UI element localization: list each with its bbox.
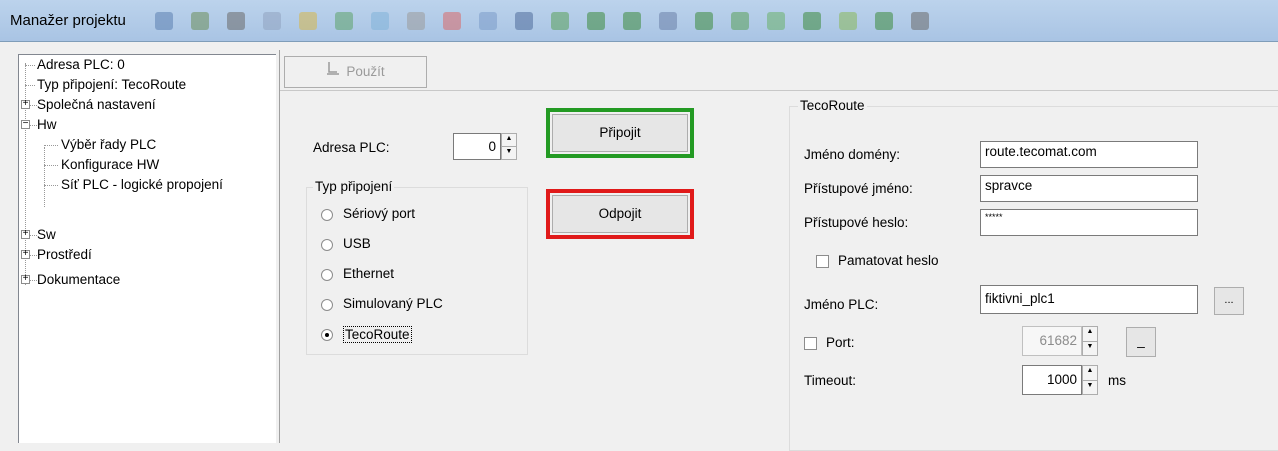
toolbar-icon[interactable] [874,11,893,30]
toolbar-icon[interactable] [334,11,353,30]
toolbar-icon[interactable] [406,11,425,30]
tree-line [44,147,45,207]
tree-item-label: Adresa PLC: 0 [37,57,125,72]
spin-down-icon[interactable]: ▼ [502,146,516,159]
expand-icon[interactable]: + [21,249,30,259]
expand-icon[interactable]: + [21,274,30,284]
title-bar: Manažer projektu [0,0,1278,42]
toolbar-icon[interactable] [514,11,533,30]
tree-item-label: Konfigurace HW [61,157,160,172]
toolbar-icon[interactable] [262,11,281,30]
port-reset-button[interactable]: _ [1126,327,1156,357]
toolbar-icon[interactable] [154,11,173,30]
expand-icon[interactable]: + [21,99,30,109]
toolbar-icon[interactable] [190,11,209,30]
toolbar-icon[interactable] [910,11,929,30]
domain-label: Jméno domény: [804,147,901,162]
toolbar-icon[interactable] [802,11,821,30]
tree-item-label: Síť PLC - logické propojení [61,177,223,192]
plc-name-label: Jméno PLC: [804,297,879,312]
timeout-unit: ms [1108,373,1126,388]
project-tree[interactable]: Adresa PLC: 0 Typ připojení: TecoRoute +… [18,54,276,443]
timeout-label: Timeout: [804,373,857,388]
plc-address-spinner[interactable]: ▲ ▼ [501,133,517,160]
toolbar-icon[interactable] [730,11,749,30]
toolbar-icon[interactable] [766,11,785,30]
toolbar-icon[interactable] [550,11,569,30]
login-label: Přístupové jméno: [804,181,913,196]
spin-up-icon[interactable]: ▲ [1083,327,1097,341]
apply-label: Použít [346,64,385,79]
toolbar-icons [146,11,938,30]
toolbar-divider [280,90,1278,91]
radio-label: Sériový port [343,206,416,221]
tree-item-label: Společná nastavení [37,97,156,112]
password-input[interactable]: ***** [980,209,1198,236]
remember-checkbox[interactable] [816,255,829,268]
port-input[interactable]: 61682 [1022,326,1082,356]
toolbar-icon[interactable] [370,11,389,30]
spin-down-icon[interactable]: ▼ [1083,379,1097,395]
radio-icon[interactable] [321,299,333,311]
timeout-input[interactable]: 1000 [1022,365,1082,395]
toolbar-icon[interactable] [298,11,317,30]
spin-up-icon[interactable]: ▲ [502,134,516,146]
toolbar-icon[interactable] [442,11,461,30]
radio-label: Simulovaný PLC [343,296,443,311]
tecoroute-group: TecoRoute Jméno domény: route.tecomat.co… [789,98,1278,451]
settings-panel: Použít Adresa PLC: 0 ▲ ▼ Připojit Odpojit… [279,50,1278,451]
apply-button[interactable]: Použít [284,56,427,88]
spin-down-icon[interactable]: ▼ [1083,340,1097,356]
radio-label: TecoRoute [343,326,412,343]
tree-item-label: Hw [37,117,57,132]
radio-icon[interactable] [321,269,333,281]
radio-label: Ethernet [343,266,395,281]
port-checkbox[interactable] [804,337,817,350]
spin-up-icon[interactable]: ▲ [1083,366,1097,380]
remember-label: Pamatovat heslo [838,253,939,268]
timeout-spinner[interactable]: ▲ ▼ [1082,365,1098,395]
port-label: Port: [826,335,855,350]
tree-item-label: Sw [37,227,56,242]
disconnect-button[interactable]: Odpojit [552,195,688,233]
apply-icon [326,57,340,87]
tree-item-label: Dokumentace [37,272,121,287]
radio-label: USB [343,236,371,251]
plc-address-input[interactable]: 0 [453,133,501,160]
radio-icon[interactable] [321,239,333,251]
port-spinner[interactable]: ▲ ▼ [1082,326,1098,356]
tree-item-label: Prostředí [37,247,92,262]
collapse-icon[interactable]: − [21,119,30,129]
toolbar-icon[interactable] [622,11,641,30]
password-label: Přístupové heslo: [804,215,909,230]
radio-icon[interactable] [321,329,333,341]
toolbar-icon[interactable] [478,11,497,30]
window-title: Manažer projektu [10,12,126,29]
toolbar-icon[interactable] [694,11,713,30]
login-input[interactable]: spravce [980,175,1198,202]
browse-button[interactable]: ... [1214,287,1244,315]
connection-type-legend: Typ připojení [313,179,395,194]
tree-item-label: Výběr řady PLC [61,137,157,152]
toolbar-icon[interactable] [838,11,857,30]
toolbar-icon[interactable] [658,11,677,30]
radio-icon[interactable] [321,209,333,221]
connection-type-group: Typ připojení Sériový port USB Ethernet … [306,179,528,355]
tree-item-label: Typ připojení: TecoRoute [37,77,187,92]
expand-icon[interactable]: + [21,229,30,239]
toolbar-icon[interactable] [586,11,605,30]
domain-input[interactable]: route.tecomat.com [980,141,1198,168]
toolbar-icon[interactable] [226,11,245,30]
plc-address-label: Adresa PLC: [313,140,390,155]
tecoroute-legend: TecoRoute [798,98,867,113]
plc-name-input[interactable]: fiktivni_plc1 [980,285,1198,314]
connect-button[interactable]: Připojit [552,114,688,152]
